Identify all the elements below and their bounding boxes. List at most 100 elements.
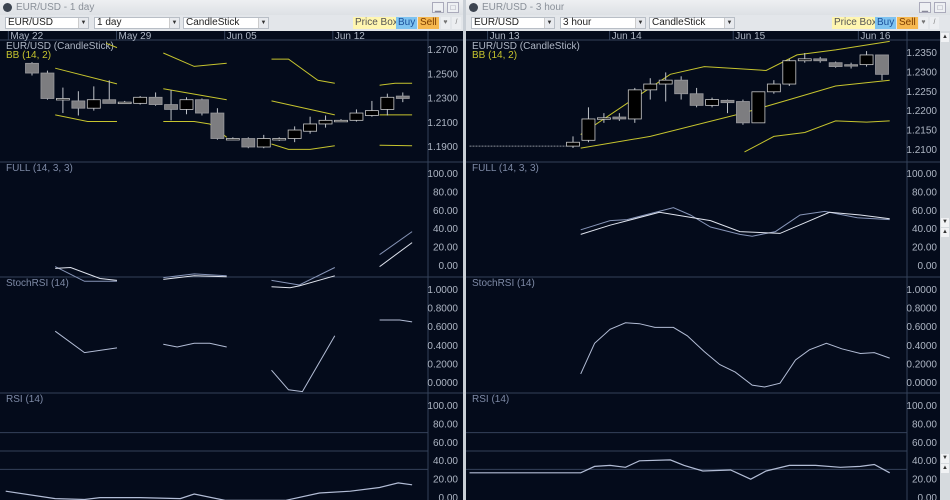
candle-bullish[interactable] [566, 141, 580, 147]
chevron-down-icon[interactable]: ▼ [169, 18, 179, 28]
chart-type-select[interactable]: CandleStick ▼ [183, 17, 269, 29]
window-title-bar[interactable]: EUR/USD - 3 hour ▁ □ [466, 0, 950, 15]
stochrsi-axis-label: 0.8000 [906, 304, 937, 315]
price-box-button[interactable]: Price Box [353, 17, 400, 29]
window-title-bar[interactable]: EUR/USD - 1 day ▁ □ [0, 0, 463, 15]
candle-bullish[interactable] [117, 101, 132, 105]
candle-bullish[interactable] [287, 129, 302, 139]
full-stochastic-label: FULL (14, 3, 3) [472, 163, 539, 174]
candle-bullish[interactable] [658, 79, 673, 85]
candle-bullish[interactable] [627, 89, 642, 120]
candle-bullish[interactable] [797, 58, 812, 62]
scroll-up-icon[interactable]: ▲ [941, 228, 949, 237]
candle-bullish[interactable] [303, 123, 318, 132]
chevron-down-icon[interactable]: ▼ [544, 18, 554, 28]
candle-bullish[interactable] [272, 138, 287, 141]
buy-button[interactable]: Buy [875, 17, 897, 29]
candle-bullish[interactable] [334, 119, 348, 123]
candle-bearish[interactable] [241, 138, 256, 148]
candle-bullish[interactable] [133, 96, 148, 104]
candle-bullish[interactable] [86, 99, 101, 109]
sell-button[interactable]: Sell [897, 17, 918, 29]
candle-bearish[interactable] [813, 58, 828, 62]
candle-bullish[interactable] [179, 99, 194, 110]
candle-bearish[interactable] [71, 100, 86, 109]
chevron-down-icon[interactable]: ▼ [724, 18, 734, 28]
full-axis-label: 20.00 [433, 243, 458, 254]
candle-bearish[interactable] [102, 99, 117, 104]
candle-bullish[interactable] [318, 119, 333, 125]
candle-bullish[interactable] [596, 117, 611, 120]
chevron-down-icon[interactable]: ▼ [78, 18, 88, 28]
candle-bullish[interactable] [349, 112, 364, 121]
candle-bullish[interactable] [581, 118, 596, 141]
chart-type-select[interactable]: CandleStick ▼ [649, 17, 735, 29]
candle-bullish[interactable] [56, 98, 70, 101]
candle-bullish[interactable] [380, 96, 395, 110]
rsi-axis-label: 80.00 [433, 419, 458, 430]
candle-bullish[interactable] [766, 83, 781, 93]
heart-icon[interactable]: ♥ [441, 17, 450, 29]
chart-canvas[interactable]: May 22 May 29 Jun 05 Jun 121.27001.25001.23… [0, 31, 463, 500]
stochrsi-axis-label: 0.2000 [427, 359, 458, 370]
candle-bullish[interactable] [225, 138, 240, 141]
maximize-button[interactable]: □ [934, 2, 946, 13]
chevron-down-icon[interactable]: ▼ [635, 18, 645, 28]
candle-bullish[interactable] [643, 83, 658, 91]
draw-pencil-icon[interactable]: / [452, 17, 461, 29]
candle-bearish[interactable] [875, 54, 889, 75]
full-axis-label: 80.00 [433, 187, 458, 198]
candle-bearish[interactable] [689, 93, 704, 106]
candle-bullish[interactable] [364, 110, 379, 116]
candle-bearish[interactable] [395, 95, 410, 99]
interval-select[interactable]: 1 day ▼ [94, 17, 180, 29]
symbol-select[interactable]: EUR/USD ▼ [471, 17, 555, 29]
chart-toolbar: EUR/USD ▼ 1 day ▼ CandleStick ▼ Price Box B… [0, 15, 463, 31]
date-label: May 29 [119, 31, 152, 42]
candle-bullish[interactable] [751, 91, 766, 124]
chart-canvas[interactable]: Jun 13 Jun 14 Jun 15 Jun 161.23501.23001.22… [466, 31, 940, 500]
draw-pencil-icon[interactable]: / [930, 17, 939, 29]
candle-bearish[interactable] [844, 64, 859, 67]
candle-bearish[interactable] [40, 72, 55, 99]
candle-bearish[interactable] [674, 79, 689, 95]
candle-bearish[interactable] [612, 116, 627, 120]
heart-icon[interactable]: ♥ [919, 17, 928, 29]
minimize-button[interactable]: ▁ [432, 2, 444, 13]
candle-bullish[interactable] [782, 60, 797, 85]
candle-bearish[interactable] [828, 62, 843, 67]
candle-bearish[interactable] [164, 104, 178, 110]
candle-bullish[interactable] [859, 54, 874, 66]
minimize-button[interactable]: ▁ [919, 2, 931, 13]
price-box-button[interactable]: Price Box [832, 17, 879, 29]
price-axis-label: 1.2150 [906, 126, 937, 137]
candle-bearish[interactable] [148, 96, 163, 105]
scroll-down-icon[interactable]: ▼ [941, 218, 949, 227]
bb-indicator-label: BB (14, 2) [472, 50, 517, 61]
full-axis-label: 60.00 [433, 206, 458, 217]
rsi-axis-label: 0.00 [918, 493, 938, 500]
candle-bearish[interactable] [720, 99, 735, 104]
chevron-down-icon[interactable]: ▼ [258, 18, 268, 28]
candle-bearish[interactable] [25, 62, 39, 74]
sell-button[interactable]: Sell [418, 17, 439, 29]
candle-bearish[interactable] [195, 99, 209, 114]
scroll-down-icon[interactable]: ▼ [941, 454, 949, 463]
candle-bearish[interactable] [736, 101, 750, 124]
scroll-up-button[interactable]: ▲ [941, 33, 949, 42]
rsi-axis-label: 60.00 [433, 438, 458, 449]
interval-select[interactable]: 3 hour ▼ [560, 17, 646, 29]
buy-button[interactable]: Buy [396, 17, 418, 29]
full-axis-label: 0.00 [918, 261, 938, 272]
bb-indicator-label: BB (14, 2) [6, 50, 51, 61]
candle-bearish[interactable] [210, 112, 225, 139]
symbol-value: EUR/USD [474, 17, 520, 28]
candle-bullish[interactable] [705, 99, 719, 106]
vertical-scrollbar[interactable]: ▲ ▼ ▲ ▼ ▲ [940, 31, 950, 500]
maximize-button[interactable]: □ [447, 2, 459, 13]
rsi-label: RSI (14) [6, 394, 43, 405]
price-axis-label: 1.2300 [427, 94, 458, 105]
symbol-select[interactable]: EUR/USD ▼ [5, 17, 89, 29]
scroll-up-icon[interactable]: ▲ [941, 464, 949, 473]
candle-bullish[interactable] [256, 138, 271, 148]
